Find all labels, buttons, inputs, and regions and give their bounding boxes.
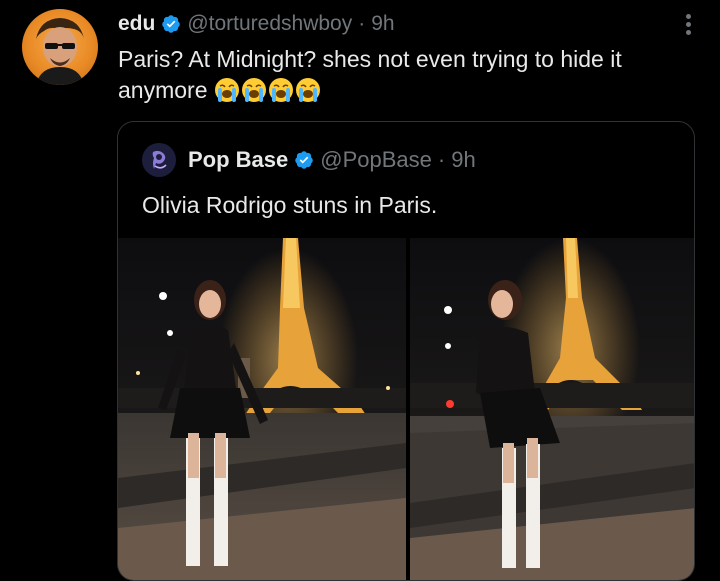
author-handle[interactable]: @torturedshwboy <box>187 12 352 36</box>
emoji-row <box>214 77 322 103</box>
photo-1[interactable] <box>118 238 406 580</box>
verified-badge-icon <box>295 151 314 169</box>
tweet-header: edu @torturedshwboy · 9h <box>118 9 395 39</box>
author-name[interactable]: edu <box>118 12 155 36</box>
quoted-author-name[interactable]: Pop Base <box>188 147 288 173</box>
more-options-icon[interactable] <box>684 14 692 40</box>
photo-2[interactable] <box>410 238 694 580</box>
tweet-time[interactable]: 9h <box>371 12 394 36</box>
separator-dot: · <box>437 147 446 172</box>
tweet-text-line-1: Paris? At Midnight? shes not even trying… <box>118 46 622 72</box>
author-avatar[interactable] <box>22 9 98 85</box>
popbase-avatar[interactable] <box>142 143 176 177</box>
photo-grid <box>118 238 694 580</box>
loudly-crying-face-icon <box>214 78 239 102</box>
verified-badge-icon <box>162 15 181 33</box>
quoted-tweet[interactable]: Pop Base @PopBase · 9h Olivia Rodrigo st… <box>117 121 695 581</box>
quoted-tweet-text: Olivia Rodrigo stuns in Paris. <box>142 192 438 218</box>
tweet-text: Paris? At Midnight? shes not even trying… <box>118 44 698 106</box>
loudly-crying-face-icon <box>295 78 320 102</box>
tweet-text-line-2: anymore <box>118 77 208 103</box>
loudly-crying-face-icon <box>241 78 266 102</box>
loudly-crying-face-icon <box>268 78 293 102</box>
quoted-author-handle[interactable]: @PopBase <box>320 147 432 173</box>
separator-dot: · <box>358 12 366 35</box>
quoted-tweet-header: Pop Base @PopBase · 9h <box>142 143 476 177</box>
quoted-tweet-time[interactable]: 9h <box>451 147 475 173</box>
